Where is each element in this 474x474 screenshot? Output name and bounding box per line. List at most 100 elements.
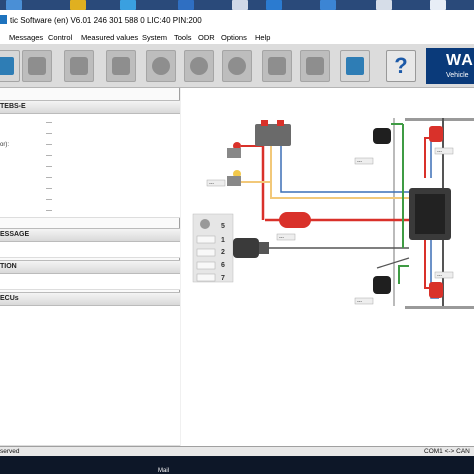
information-area <box>0 274 180 290</box>
brand-name: WA <box>446 52 474 69</box>
toolbar: ? WA Vehicle <box>0 44 474 88</box>
status-left: served <box>0 448 20 455</box>
connector-panel <box>192 213 234 283</box>
desktop-shortcut-icon[interactable] <box>266 0 282 10</box>
taskbar-mail-label[interactable]: Mail <box>158 468 169 474</box>
param-row: --- <box>46 153 52 159</box>
system-section-header[interactable]: TEBS-E <box>0 100 180 114</box>
param-row: --- <box>46 208 52 214</box>
toolbar-button-measure[interactable] <box>184 50 214 82</box>
menu-tools[interactable]: Tools <box>174 33 192 42</box>
trailer-icon <box>112 57 130 75</box>
title-bar: tic Software (en) V6.01 246 301 588 0 LI… <box>0 10 474 30</box>
message-area <box>0 242 180 258</box>
desktop-shortcut-icon[interactable] <box>320 0 336 10</box>
ecus-section-header[interactable]: ECUs <box>0 292 180 306</box>
desktop-shortcut-icon[interactable] <box>430 0 446 10</box>
value-dash: --- <box>437 273 442 279</box>
measure-disc-icon <box>190 57 208 75</box>
port-label: 7 <box>221 275 225 282</box>
desktop-shortcut-icon[interactable] <box>232 0 248 10</box>
menu-help[interactable]: Help <box>255 33 270 42</box>
value-dash: --- <box>209 181 214 187</box>
calibrate-icon <box>306 57 324 75</box>
toolbar-button-monitor[interactable] <box>0 50 20 82</box>
settings-up-down-icon <box>268 57 286 75</box>
menu-odr[interactable]: ODR <box>198 33 215 42</box>
status-bar: served COM1 <-> CAN <box>0 446 474 456</box>
axle-actuator-icon <box>429 282 443 298</box>
value-box <box>196 273 216 282</box>
connector-port-icon <box>200 219 210 229</box>
app-icon <box>0 15 7 24</box>
desktop-shortcut-icon[interactable] <box>70 0 86 10</box>
coupling-body <box>227 148 241 158</box>
diagnosis-truck-icon <box>28 57 46 75</box>
menu-measured-values[interactable]: Measured values <box>81 33 138 42</box>
axle-rail-top <box>405 118 474 121</box>
left-info-panel: TEBS-E --- --- or): --- --- --- --- --- -… <box>0 88 180 446</box>
toolbar-button-ecu-gear[interactable] <box>340 50 370 82</box>
toolbar-button-diagnosis[interactable] <box>22 50 52 82</box>
taskbar: Mail <box>0 456 474 474</box>
value-dash: --- <box>437 149 442 155</box>
ecu-body <box>415 194 445 234</box>
toolbar-button-tools[interactable] <box>146 50 176 82</box>
ecus-area <box>0 306 180 446</box>
desktop-shortcut-icon[interactable] <box>376 0 392 10</box>
axle-actuator-icon <box>429 126 443 142</box>
system-schematic: --- --- --- --- --- --- 5 1 2 6 7 <box>192 118 474 309</box>
brake-wheel-icon <box>228 57 246 75</box>
plug-tail <box>259 242 269 254</box>
value-box <box>196 248 216 257</box>
port-label: 5 <box>221 223 225 230</box>
param-row: or): --- <box>0 142 52 148</box>
plug-connector-icon <box>233 238 259 258</box>
brake-chamber-icon <box>373 276 391 294</box>
desktop-shortcut-icon[interactable] <box>178 0 194 10</box>
system-params: --- --- or): --- --- --- --- --- --- --- <box>0 114 180 218</box>
desktop-shortcut-icon[interactable] <box>6 0 22 10</box>
help-button[interactable]: ? <box>386 50 416 82</box>
message-section-header[interactable]: ESSAGE <box>0 228 180 242</box>
menu-options[interactable]: Options <box>221 33 247 42</box>
pipe-blue-1 <box>280 138 409 193</box>
desktop-shortcut-icon[interactable] <box>120 0 136 10</box>
brand-sub: Vehicle <box>446 72 469 79</box>
param-row: --- <box>46 120 52 126</box>
diagnostic-software-window: tic Software (en) V6.01 246 301 588 0 LI… <box>0 10 474 456</box>
toolbar-button-settings[interactable] <box>262 50 292 82</box>
menu-system[interactable]: System <box>142 33 167 42</box>
param-row: --- <box>46 131 52 137</box>
status-connection: COM1 <-> CAN <box>424 448 470 455</box>
pipe-yellow-1 <box>270 138 409 199</box>
brand-logo: WA Vehicle <box>426 48 474 84</box>
toolbar-button-ecu[interactable] <box>64 50 94 82</box>
window-title: tic Software (en) V6.01 246 301 588 0 LI… <box>10 16 202 25</box>
param-row: --- <box>46 197 52 203</box>
port-label: 2 <box>221 249 225 256</box>
value-dash: --- <box>279 235 284 241</box>
red-coupling-icon <box>261 120 268 126</box>
port-label: 1 <box>221 237 225 244</box>
monitor-icon <box>0 57 14 75</box>
coupling-body <box>227 176 241 186</box>
information-section-header[interactable]: TION <box>0 260 180 274</box>
value-dash: --- <box>357 159 362 165</box>
toolbar-button-calibrate[interactable] <box>300 50 330 82</box>
value-box <box>196 261 216 270</box>
brake-system-diagram: --- --- --- --- --- --- 5 1 2 6 7 <box>181 88 474 446</box>
pipe-green-bottom <box>398 265 409 284</box>
menu-control[interactable]: Control <box>48 33 72 42</box>
menu-messages[interactable]: Messages <box>9 33 43 42</box>
param-row: --- <box>46 186 52 192</box>
axle-rail-bottom <box>405 306 474 309</box>
red-coupling-icon <box>277 120 284 126</box>
value-box <box>196 235 216 244</box>
relay-valve <box>255 124 291 146</box>
air-reservoir-icon <box>279 212 311 228</box>
param-row: --- <box>46 175 52 181</box>
toolbar-button-brake[interactable] <box>222 50 252 82</box>
port-label: 6 <box>221 262 225 269</box>
toolbar-button-trailer[interactable] <box>106 50 136 82</box>
